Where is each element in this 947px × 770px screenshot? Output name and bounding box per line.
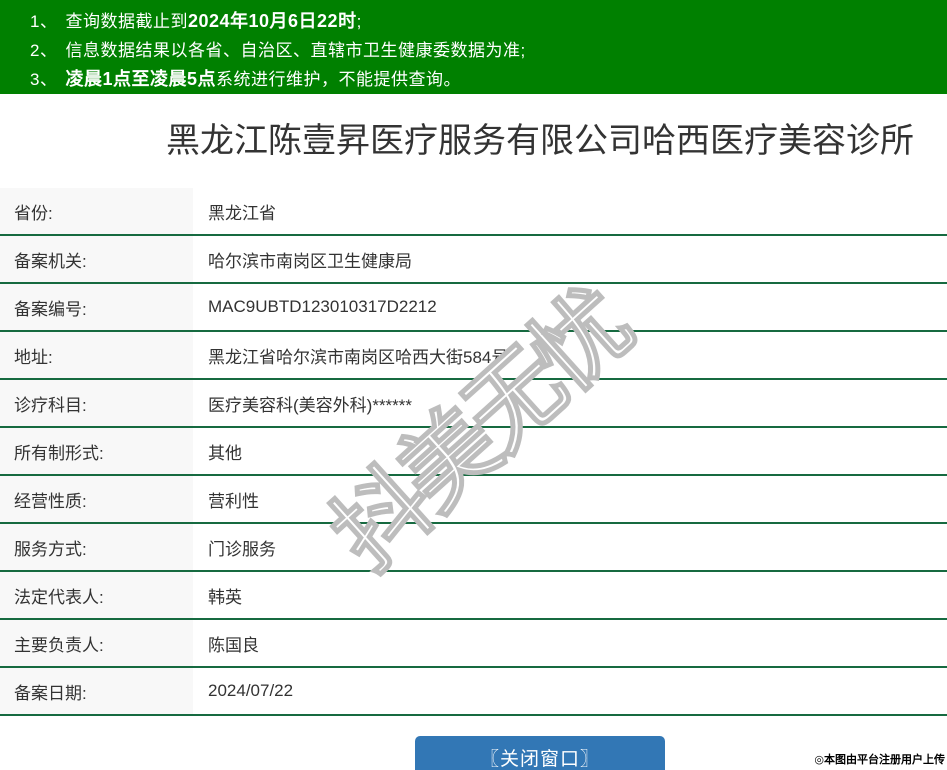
table-row: 省份: 黑龙江省 [0,188,947,236]
page-title: 黑龙江陈壹昇医疗服务有限公司哈西医疗美容诊所 [166,122,914,160]
table-row: 法定代表人: 韩英 [0,572,947,620]
notice-text: 信息数据结果以各省、自治区、直辖市卫生健康委数据为准; [65,41,526,60]
notice-number: 1、 [30,12,58,31]
notice-number: 2、 [30,41,58,60]
notice-line-1: 1、 查询数据截止到2024年10月6日22时; [30,7,947,36]
row-label: 法定代表人: [0,572,193,618]
row-label: 地址: [0,332,193,378]
notice-text: 系统进行维护，不能提供查询。 [216,70,461,89]
table-row: 服务方式: 门诊服务 [0,524,947,572]
table-row: 主要负责人: 陈国良 [0,620,947,668]
row-label: 备案日期: [0,668,193,714]
row-label: 诊疗科目: [0,380,193,426]
notice-text: ; [356,12,362,31]
row-value: 韩英 [208,587,242,607]
row-value: MAC9UBTD123010317D2212 [208,297,437,316]
row-value: 陈国良 [208,635,259,655]
row-label: 备案机关: [0,236,193,282]
notice-number: 3、 [30,70,58,89]
table-row: 所有制形式: 其他 [0,428,947,476]
notice-text-bold: 凌晨1点至凌晨5点 [65,69,216,89]
row-value: 医疗美容科(美容外科)****** [208,395,413,415]
row-value: 门诊服务 [208,539,276,559]
notice-line-2: 2、 信息数据结果以各省、自治区、直辖市卫生健康委数据为准; [30,36,947,65]
table-row: 经营性质: 营利性 [0,476,947,524]
row-label: 经营性质: [0,476,193,522]
notice-line-3: 3、 凌晨1点至凌晨5点系统进行维护，不能提供查询。 [30,65,947,94]
row-value: 营利性 [208,491,259,511]
upload-attribution-note: ◎本图由平台注册用户上传 [814,754,945,766]
record-table: 省份: 黑龙江省 备案机关: 哈尔滨市南岗区卫生健康局 备案编号: MAC9UB… [0,188,947,716]
row-label: 服务方式: [0,524,193,570]
table-row: 诊疗科目: 医疗美容科(美容外科)****** [0,380,947,428]
table-row: 备案日期: 2024/07/22 [0,668,947,716]
row-value: 黑龙江省哈尔滨市南岗区哈西大街584号 [208,347,509,367]
notice-text-bold: 2024年10月6日22时 [187,11,357,31]
table-row: 备案编号: MAC9UBTD123010317D2212 [0,284,947,332]
row-value: 其他 [208,443,242,463]
notice-banner: 1、 查询数据截止到2024年10月6日22时; 2、 信息数据结果以各省、自治区、… [0,0,947,94]
notice-text: 查询数据截止到 [65,12,188,31]
close-window-button[interactable]: 〖关闭窗口〗 [415,736,665,770]
row-value: 黑龙江省 [208,203,276,223]
row-label: 省份: [0,188,193,234]
button-area: 〖关闭窗口〗 [0,736,947,770]
row-value: 哈尔滨市南岗区卫生健康局 [208,251,412,271]
row-label: 所有制形式: [0,428,193,474]
table-row: 备案机关: 哈尔滨市南岗区卫生健康局 [0,236,947,284]
row-label: 主要负责人: [0,620,193,666]
row-value: 2024/07/22 [208,681,294,700]
table-row: 地址: 黑龙江省哈尔滨市南岗区哈西大街584号 [0,332,947,380]
page-content: 1、 查询数据截止到2024年10月6日22时; 2、 信息数据结果以各省、自治区、… [0,0,947,770]
row-label: 备案编号: [0,284,193,330]
